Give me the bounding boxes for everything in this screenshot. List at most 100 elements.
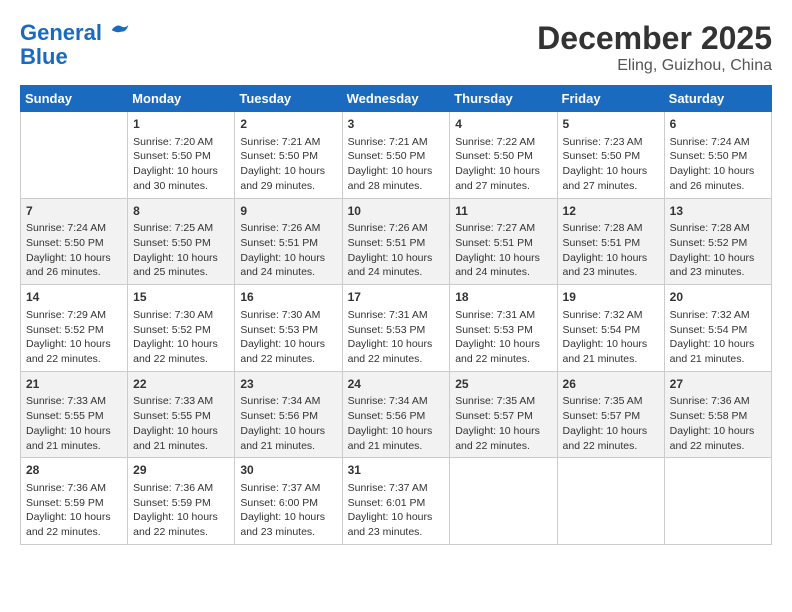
sunset-text: Sunset: 5:50 PM bbox=[670, 150, 748, 162]
daylight-text: Daylight: 10 hours and 23 minutes. bbox=[563, 252, 648, 279]
sunrise-text: Sunrise: 7:34 AM bbox=[348, 395, 428, 407]
day-number: 8 bbox=[133, 203, 229, 220]
weekday-friday: Friday bbox=[557, 86, 664, 112]
daylight-text: Daylight: 10 hours and 25 minutes. bbox=[133, 252, 218, 279]
sunrise-text: Sunrise: 7:32 AM bbox=[670, 309, 750, 321]
sunset-text: Sunset: 5:55 PM bbox=[133, 410, 211, 422]
sunset-text: Sunset: 5:50 PM bbox=[348, 150, 426, 162]
sunrise-text: Sunrise: 7:37 AM bbox=[348, 482, 428, 494]
day-number: 1 bbox=[133, 116, 229, 133]
daylight-text: Daylight: 10 hours and 23 minutes. bbox=[240, 511, 325, 538]
calendar-cell: 3 Sunrise: 7:21 AM Sunset: 5:50 PM Daylight… bbox=[342, 112, 450, 199]
day-number: 9 bbox=[240, 203, 336, 220]
sunset-text: Sunset: 5:52 PM bbox=[670, 237, 748, 249]
weekday-header-row: SundayMondayTuesdayWednesdayThursdayFrid… bbox=[21, 86, 772, 112]
sunset-text: Sunset: 6:01 PM bbox=[348, 497, 426, 509]
sunrise-text: Sunrise: 7:34 AM bbox=[240, 395, 320, 407]
day-number: 20 bbox=[670, 289, 766, 306]
sunset-text: Sunset: 5:56 PM bbox=[240, 410, 318, 422]
logo-text: General bbox=[20, 20, 130, 45]
sunrise-text: Sunrise: 7:36 AM bbox=[26, 482, 106, 494]
sunrise-text: Sunrise: 7:27 AM bbox=[455, 222, 535, 234]
day-number: 11 bbox=[455, 203, 551, 220]
daylight-text: Daylight: 10 hours and 22 minutes. bbox=[348, 338, 433, 365]
daylight-text: Daylight: 10 hours and 22 minutes. bbox=[240, 338, 325, 365]
calendar-cell: 14Sunrise: 7:29 AMSunset: 5:52 PMDayligh… bbox=[21, 285, 128, 372]
calendar-cell: 18Sunrise: 7:31 AMSunset: 5:53 PMDayligh… bbox=[450, 285, 557, 372]
logo: General Blue bbox=[20, 20, 130, 69]
sunset-text: Sunset: 5:53 PM bbox=[240, 324, 318, 336]
logo-bird-icon bbox=[110, 20, 130, 40]
sunrise-text: Sunrise: 7:31 AM bbox=[348, 309, 428, 321]
daylight-text: Daylight: 10 hours and 27 minutes. bbox=[563, 165, 648, 192]
calendar-cell: 22Sunrise: 7:33 AMSunset: 5:55 PMDayligh… bbox=[128, 371, 235, 458]
calendar-cell: 15Sunrise: 7:30 AMSunset: 5:52 PMDayligh… bbox=[128, 285, 235, 372]
daylight-text: Daylight: 10 hours and 21 minutes. bbox=[133, 425, 218, 452]
daylight-text: Daylight: 10 hours and 21 minutes. bbox=[26, 425, 111, 452]
sunrise-text: Sunrise: 7:37 AM bbox=[240, 482, 320, 494]
sunset-text: Sunset: 5:50 PM bbox=[240, 150, 318, 162]
daylight-text: Daylight: 10 hours and 22 minutes. bbox=[455, 338, 540, 365]
day-number: 23 bbox=[240, 376, 336, 393]
sunset-text: Sunset: 5:53 PM bbox=[348, 324, 426, 336]
sunrise-text: Sunrise: 7:36 AM bbox=[670, 395, 750, 407]
sunset-text: Sunset: 5:51 PM bbox=[240, 237, 318, 249]
calendar-cell: 24Sunrise: 7:34 AMSunset: 5:56 PMDayligh… bbox=[342, 371, 450, 458]
calendar-cell bbox=[21, 112, 128, 199]
day-number: 31 bbox=[348, 462, 445, 479]
sunset-text: Sunset: 5:50 PM bbox=[563, 150, 641, 162]
day-number: 13 bbox=[670, 203, 766, 220]
sunset-text: Sunset: 5:57 PM bbox=[563, 410, 641, 422]
weekday-monday: Monday bbox=[128, 86, 235, 112]
day-number: 14 bbox=[26, 289, 122, 306]
day-number: 16 bbox=[240, 289, 336, 306]
daylight-text: Daylight: 10 hours and 24 minutes. bbox=[455, 252, 540, 279]
daylight-text: Daylight: 10 hours and 28 minutes. bbox=[348, 165, 433, 192]
daylight-text: Daylight: 10 hours and 30 minutes. bbox=[133, 165, 218, 192]
calendar-cell: 30Sunrise: 7:37 AMSunset: 6:00 PMDayligh… bbox=[235, 458, 342, 545]
calendar-cell: 12Sunrise: 7:28 AMSunset: 5:51 PMDayligh… bbox=[557, 198, 664, 285]
sunset-text: Sunset: 5:55 PM bbox=[26, 410, 104, 422]
logo-text-blue: Blue bbox=[20, 45, 130, 69]
sunrise-text: Sunrise: 7:20 AM bbox=[133, 136, 213, 148]
day-number: 5 bbox=[563, 116, 659, 133]
calendar-cell: 21Sunrise: 7:33 AMSunset: 5:55 PMDayligh… bbox=[21, 371, 128, 458]
sunset-text: Sunset: 5:51 PM bbox=[563, 237, 641, 249]
sunrise-text: Sunrise: 7:35 AM bbox=[563, 395, 643, 407]
daylight-text: Daylight: 10 hours and 21 minutes. bbox=[240, 425, 325, 452]
calendar-cell: 28Sunrise: 7:36 AMSunset: 5:59 PMDayligh… bbox=[21, 458, 128, 545]
sunset-text: Sunset: 5:52 PM bbox=[133, 324, 211, 336]
calendar-cell: 10Sunrise: 7:26 AMSunset: 5:51 PMDayligh… bbox=[342, 198, 450, 285]
sunset-text: Sunset: 5:50 PM bbox=[133, 150, 211, 162]
day-number: 12 bbox=[563, 203, 659, 220]
sunrise-text: Sunrise: 7:26 AM bbox=[348, 222, 428, 234]
calendar-cell: 17Sunrise: 7:31 AMSunset: 5:53 PMDayligh… bbox=[342, 285, 450, 372]
sunrise-text: Sunrise: 7:24 AM bbox=[26, 222, 106, 234]
day-number: 26 bbox=[563, 376, 659, 393]
daylight-text: Daylight: 10 hours and 22 minutes. bbox=[26, 338, 111, 365]
calendar-cell bbox=[450, 458, 557, 545]
calendar-table: SundayMondayTuesdayWednesdayThursdayFrid… bbox=[20, 85, 772, 545]
calendar-cell bbox=[557, 458, 664, 545]
week-row-1: 1 Sunrise: 7:20 AM Sunset: 5:50 PM Daylight… bbox=[21, 112, 772, 199]
sunset-text: Sunset: 5:59 PM bbox=[133, 497, 211, 509]
daylight-text: Daylight: 10 hours and 22 minutes. bbox=[133, 511, 218, 538]
day-number: 3 bbox=[348, 116, 445, 133]
sunset-text: Sunset: 5:50 PM bbox=[26, 237, 104, 249]
daylight-text: Daylight: 10 hours and 24 minutes. bbox=[348, 252, 433, 279]
sunrise-text: Sunrise: 7:21 AM bbox=[240, 136, 320, 148]
day-number: 25 bbox=[455, 376, 551, 393]
calendar-cell: 20Sunrise: 7:32 AMSunset: 5:54 PMDayligh… bbox=[664, 285, 771, 372]
day-number: 27 bbox=[670, 376, 766, 393]
sunset-text: Sunset: 5:56 PM bbox=[348, 410, 426, 422]
daylight-text: Daylight: 10 hours and 29 minutes. bbox=[240, 165, 325, 192]
sunrise-text: Sunrise: 7:30 AM bbox=[240, 309, 320, 321]
calendar-cell: 4Sunrise: 7:22 AMSunset: 5:50 PMDaylight… bbox=[450, 112, 557, 199]
sunrise-text: Sunrise: 7:31 AM bbox=[455, 309, 535, 321]
week-row-4: 21Sunrise: 7:33 AMSunset: 5:55 PMDayligh… bbox=[21, 371, 772, 458]
sunrise-text: Sunrise: 7:21 AM bbox=[348, 136, 428, 148]
daylight-text: Daylight: 10 hours and 22 minutes. bbox=[563, 425, 648, 452]
sunset-text: Sunset: 6:00 PM bbox=[240, 497, 318, 509]
daylight-text: Daylight: 10 hours and 27 minutes. bbox=[455, 165, 540, 192]
title-block: December 2025 Eling, Guizhou, China bbox=[537, 20, 772, 75]
